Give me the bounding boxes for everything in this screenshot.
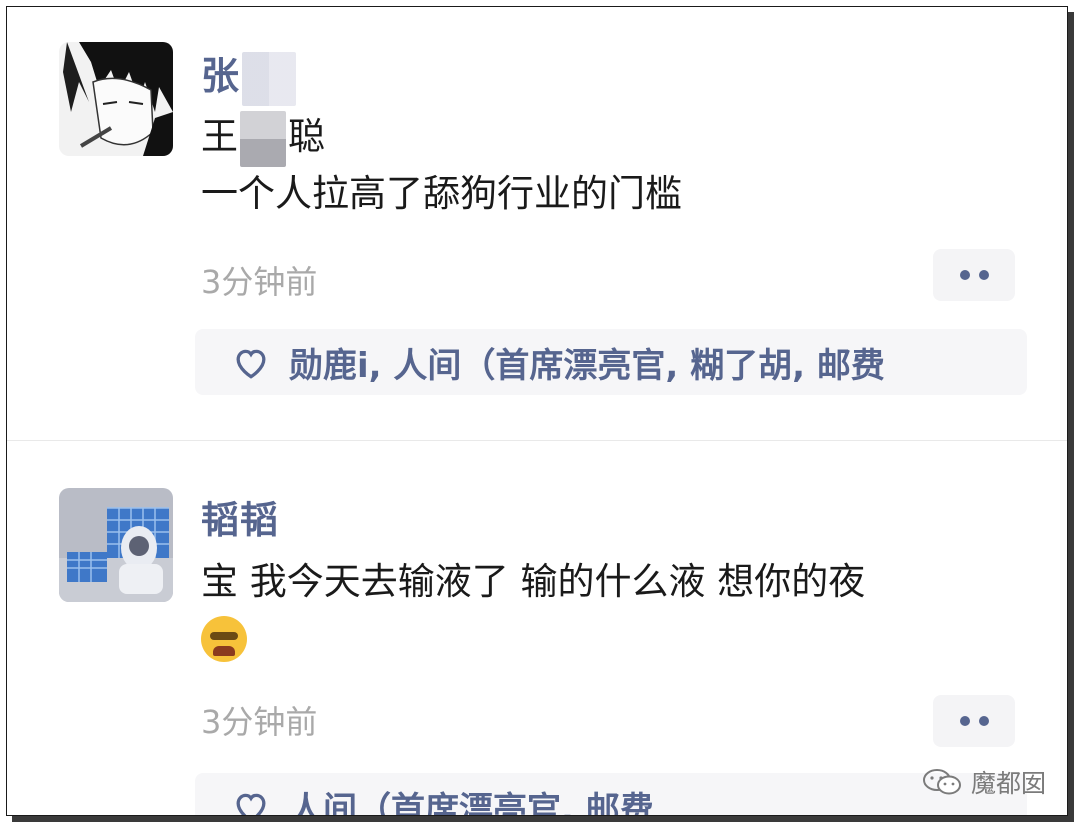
more-dots-icon bbox=[978, 270, 989, 280]
heart-outline-icon[interactable] bbox=[229, 340, 273, 384]
more-dots-icon bbox=[978, 716, 989, 726]
more-dots-icon bbox=[959, 716, 970, 726]
comment-name-prefix: 王 bbox=[201, 115, 238, 158]
comment-line: 一个人拉高了舔狗行业的门槛 bbox=[201, 171, 682, 215]
blurred-name-mosaic bbox=[242, 51, 297, 106]
username-text: 张 bbox=[201, 54, 241, 98]
comment-line: 宝 我今天去输液了 输的什么液 想你的夜 bbox=[201, 560, 866, 603]
comment-line: 王聪 bbox=[201, 110, 682, 167]
comment-text: 宝 我今天去输液了 输的什么液 想你的夜 bbox=[201, 555, 865, 662]
screenshot-frame: 张 王聪 一个人拉高了舔狗行业的门槛 3分钟前 勋鹿i, 人间（首席漂亮官, 糊… bbox=[6, 6, 1068, 816]
likes-list[interactable]: 勋鹿i, 人间（首席漂亮官, 糊了胡, 邮费 bbox=[289, 338, 885, 387]
watermark-text: 魔都囡 bbox=[971, 769, 1047, 798]
more-button[interactable] bbox=[933, 249, 1015, 301]
avatar[interactable] bbox=[59, 488, 173, 602]
comment-line bbox=[201, 608, 865, 662]
blurred-name-mosaic bbox=[240, 110, 286, 167]
comment-name-suffix: 聪 bbox=[288, 115, 325, 158]
more-dots-icon bbox=[959, 270, 970, 280]
avatar[interactable] bbox=[59, 42, 173, 156]
likes-bar: 勋鹿i, 人间（首席漂亮官, 糊了胡, 邮费 bbox=[195, 329, 1027, 395]
comment-text: 王聪 一个人拉高了舔狗行业的门槛 bbox=[201, 110, 682, 220]
crying-face-emoji bbox=[201, 615, 247, 662]
wechat-icon bbox=[923, 769, 961, 795]
more-button[interactable] bbox=[933, 695, 1015, 747]
timestamp: 3分钟前 bbox=[201, 263, 318, 301]
likes-bar: 人间（首席漂亮官, 邮费 bbox=[195, 773, 1027, 816]
watermark: 魔都囡 bbox=[921, 764, 1046, 800]
comment-item: 韬韬 宝 我今天去输液了 输的什么液 想你的夜 3分钟前 人间（首席漂亮官, 邮… bbox=[7, 441, 1067, 816]
heart-outline-icon[interactable] bbox=[229, 784, 273, 815]
timestamp: 3分钟前 bbox=[201, 703, 318, 741]
comment-item: 张 王聪 一个人拉高了舔狗行业的门槛 3分钟前 勋鹿i, 人间（首席漂亮官, 糊… bbox=[7, 7, 1067, 441]
likes-list[interactable]: 人间（首席漂亮官, 邮费 bbox=[289, 782, 654, 816]
username[interactable]: 韬韬 bbox=[201, 489, 279, 544]
username[interactable]: 张 bbox=[201, 45, 297, 106]
